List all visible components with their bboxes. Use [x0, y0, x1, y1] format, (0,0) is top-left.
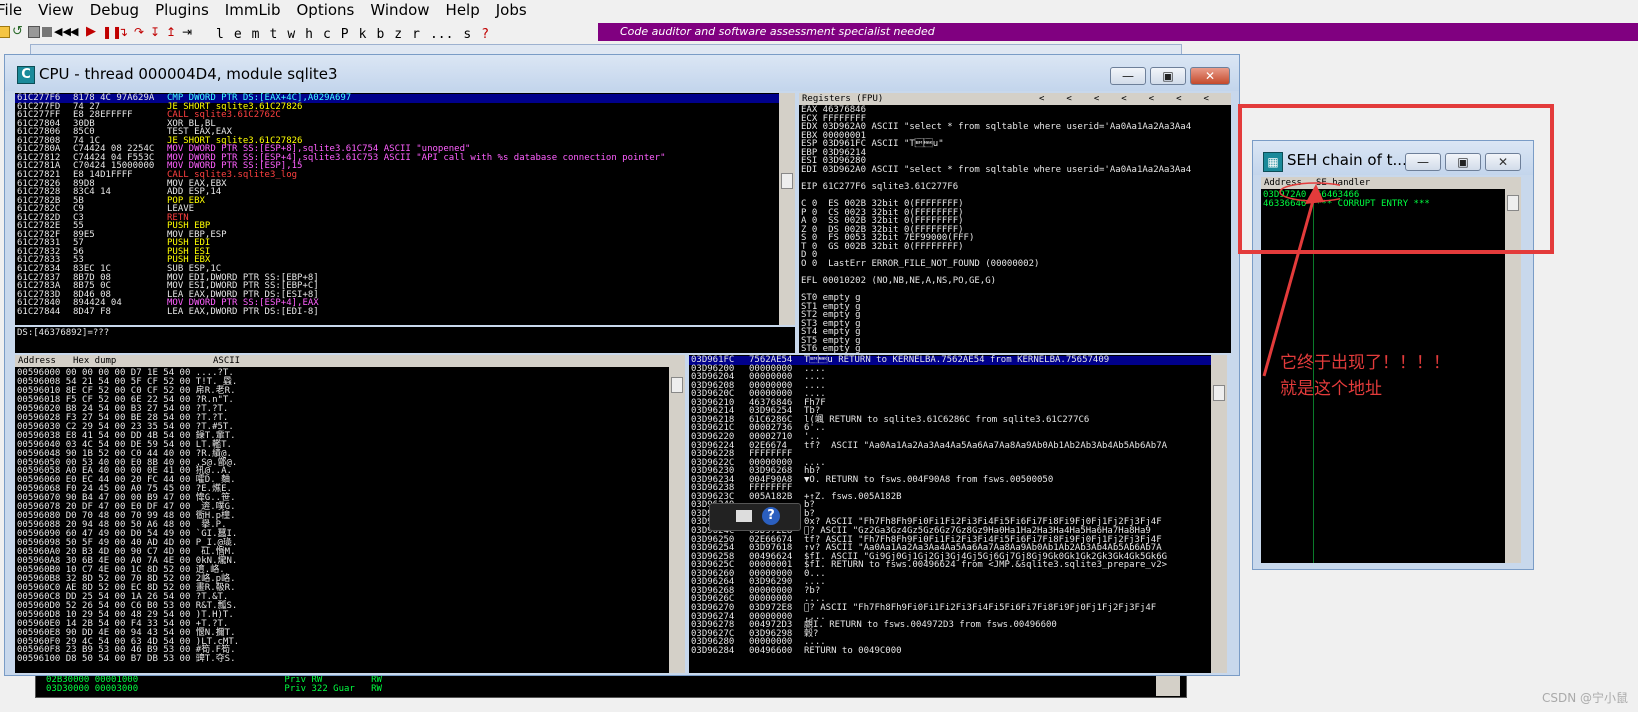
- menu-item-immlib[interactable]: ImmLib: [217, 1, 289, 19]
- trace-over-icon[interactable]: ↥: [166, 25, 180, 39]
- disassembly-scrollbar[interactable]: [779, 93, 795, 325]
- stack-value: 00496600: [749, 645, 793, 656]
- cpu-window-titlebar[interactable]: C CPU - thread 000004D4, module sqlite3 …: [5, 55, 1239, 91]
- menu-item-debug[interactable]: Debug: [82, 1, 147, 19]
- toolbar-window-button[interactable]: e: [234, 27, 242, 42]
- memory-row: 03D30000 00003000 Priv 322 Guar RW: [46, 684, 382, 694]
- minimize-button[interactable]: —: [1110, 67, 1146, 85]
- toolbar-window-button[interactable]: s: [463, 27, 471, 42]
- annotation-text: 它终于出现了！！！！ 就是这个地址: [1280, 350, 1450, 402]
- scroll-thumb[interactable]: [671, 377, 683, 393]
- register-line[interactable]: ST6 empty g: [801, 345, 861, 353]
- cpu-window: C CPU - thread 000004D4, module sqlite3 …: [4, 54, 1240, 676]
- toolbar-window-button[interactable]: P: [341, 27, 349, 42]
- toolbar-window-button[interactable]: c: [323, 27, 331, 42]
- toolbar-window-button[interactable]: t: [269, 27, 277, 42]
- stack-comment: RETURN to 0049C000: [804, 645, 902, 656]
- maximize-button[interactable]: ▣: [1150, 67, 1186, 85]
- toolbar-window-button[interactable]: r: [412, 27, 420, 42]
- pause-all-icon[interactable]: [42, 27, 52, 37]
- watermark: CSDN @宁小鼠: [1541, 691, 1628, 705]
- col-hex[interactable]: Hex dump: [73, 355, 116, 367]
- rewind-icon[interactable]: ◀◀: [54, 25, 71, 39]
- info-line: DS:[46376892]=???: [17, 328, 110, 338]
- register-line[interactable]: EIP 61C277F6 sqlite3.61C277F6: [801, 182, 958, 192]
- scroll-thumb[interactable]: [781, 173, 793, 189]
- toolbar-window-button[interactable]: w: [287, 27, 295, 42]
- col-address[interactable]: Address: [18, 355, 56, 367]
- cpu-window-title: CPU - thread 000004D4, module sqlite3: [39, 65, 338, 83]
- stack-scrollbar[interactable]: [1211, 355, 1227, 673]
- step-back-icon[interactable]: ◀: [70, 25, 84, 39]
- close-button[interactable]: ✕: [1190, 67, 1230, 85]
- trace-into-icon[interactable]: ↧: [150, 25, 164, 39]
- ime-toolbar[interactable]: ?: [709, 503, 801, 531]
- annotation-line-1: 它终于出现了！！！！: [1280, 353, 1450, 373]
- close-program-icon[interactable]: [28, 26, 40, 38]
- open-folder-icon[interactable]: [0, 26, 10, 38]
- register-line[interactable]: O 0 LastErr ERROR_FILE_NOT_FOUND (000000…: [801, 259, 1039, 269]
- disasm-row[interactable]: 61C27844 8D47 F8 LEA EAX,DWORD PTR DS:[EDI…: [15, 306, 779, 317]
- register-line[interactable]: EDI 03D962A0 ASCII "select * from sqltab…: [801, 165, 1191, 175]
- help-icon[interactable]: ?: [762, 507, 780, 525]
- hex-dump-pane[interactable]: Address Hex dump ASCII 00596000 00 00 00…: [15, 355, 669, 673]
- info-pane: DS:[46376892]=???: [15, 327, 795, 353]
- registers-header[interactable]: Registers (FPU) <<<<<<<: [799, 93, 1231, 105]
- toolbar-window-button[interactable]: m: [252, 27, 260, 42]
- register-nav-arrows[interactable]: <<<<<<<: [1039, 93, 1231, 105]
- disasm-address: 61C27844: [17, 306, 61, 317]
- menu-item-jobs[interactable]: Jobs: [488, 1, 535, 19]
- register-line[interactable]: EFL 00010202 (NO,NB,NE,A,NS,PO,GE,G): [801, 276, 996, 286]
- stack-row[interactable]: 03D96284 00496600 RETURN to 0049C000: [689, 645, 1211, 656]
- minimize-icon: —: [1122, 69, 1134, 83]
- registers-title: Registers (FPU): [802, 94, 884, 104]
- toolbar-window-button[interactable]: h: [305, 27, 313, 42]
- menu-bar: File View Debug Plugins ImmLib Options Window H…: [0, 0, 1638, 20]
- toolbar-window-button[interactable]: ...: [430, 27, 453, 42]
- stack-address: 03D96284: [691, 645, 735, 656]
- menu-item-help[interactable]: Help: [438, 1, 488, 19]
- toolbar-window-button[interactable]: ?: [481, 27, 489, 42]
- maximize-icon: ▣: [1162, 69, 1174, 83]
- annotation-line-2: 就是这个地址: [1280, 379, 1382, 399]
- toolbar-window-button[interactable]: b: [376, 27, 384, 42]
- col-ascii[interactable]: ASCII: [213, 355, 240, 367]
- step-over-icon[interactable]: ↷: [134, 25, 148, 39]
- menu-item-view[interactable]: View: [30, 1, 82, 19]
- registers-pane[interactable]: Registers (FPU) <<<<<<< EAX 46376846 ECX …: [799, 93, 1231, 353]
- pause-icon[interactable]: ❚❚: [102, 25, 122, 39]
- keyboard-icon[interactable]: [736, 510, 752, 522]
- close-icon: ✕: [1204, 69, 1216, 83]
- menu-item-file[interactable]: File: [0, 1, 30, 19]
- menu-item-window[interactable]: Window: [362, 1, 437, 19]
- disassembly-pane[interactable]: 61C277F6 8178 4C 97A629A CMP DWORD PTR DS:…: [15, 93, 779, 325]
- toolbar-window-button[interactable]: l: [216, 27, 224, 42]
- menu-item-plugins[interactable]: Plugins: [147, 1, 217, 19]
- toolbar-window-button[interactable]: k: [359, 27, 367, 42]
- menu-item-options[interactable]: Options: [289, 1, 363, 19]
- disasm-hex: 8D47 F8: [73, 306, 111, 317]
- restart-icon[interactable]: ↺: [12, 25, 26, 39]
- toolbar-window-button[interactable]: z: [394, 27, 402, 42]
- step-into-icon[interactable]: ↴: [118, 25, 132, 39]
- disasm-instruction: LEA EAX,DWORD PTR DS:[EDI-8]: [167, 306, 319, 317]
- hex-dump-row[interactable]: 00596100 D8 50 54 00 B7 DB 53 00 豍T.夺S.: [17, 655, 235, 664]
- register-line[interactable]: T 0 GS 002B 32bit 0(FFFFFFFF): [801, 242, 964, 252]
- hex-dump-header: Address Hex dump ASCII: [15, 355, 669, 367]
- advert-banner[interactable]: Code auditor and software assessment spe…: [598, 23, 1638, 41]
- execute-till-return-icon[interactable]: ⇥: [182, 25, 196, 39]
- hex-dump-scrollbar[interactable]: [669, 355, 685, 673]
- run-icon[interactable]: ▶: [86, 25, 100, 39]
- cpu-window-icon: C: [17, 66, 35, 84]
